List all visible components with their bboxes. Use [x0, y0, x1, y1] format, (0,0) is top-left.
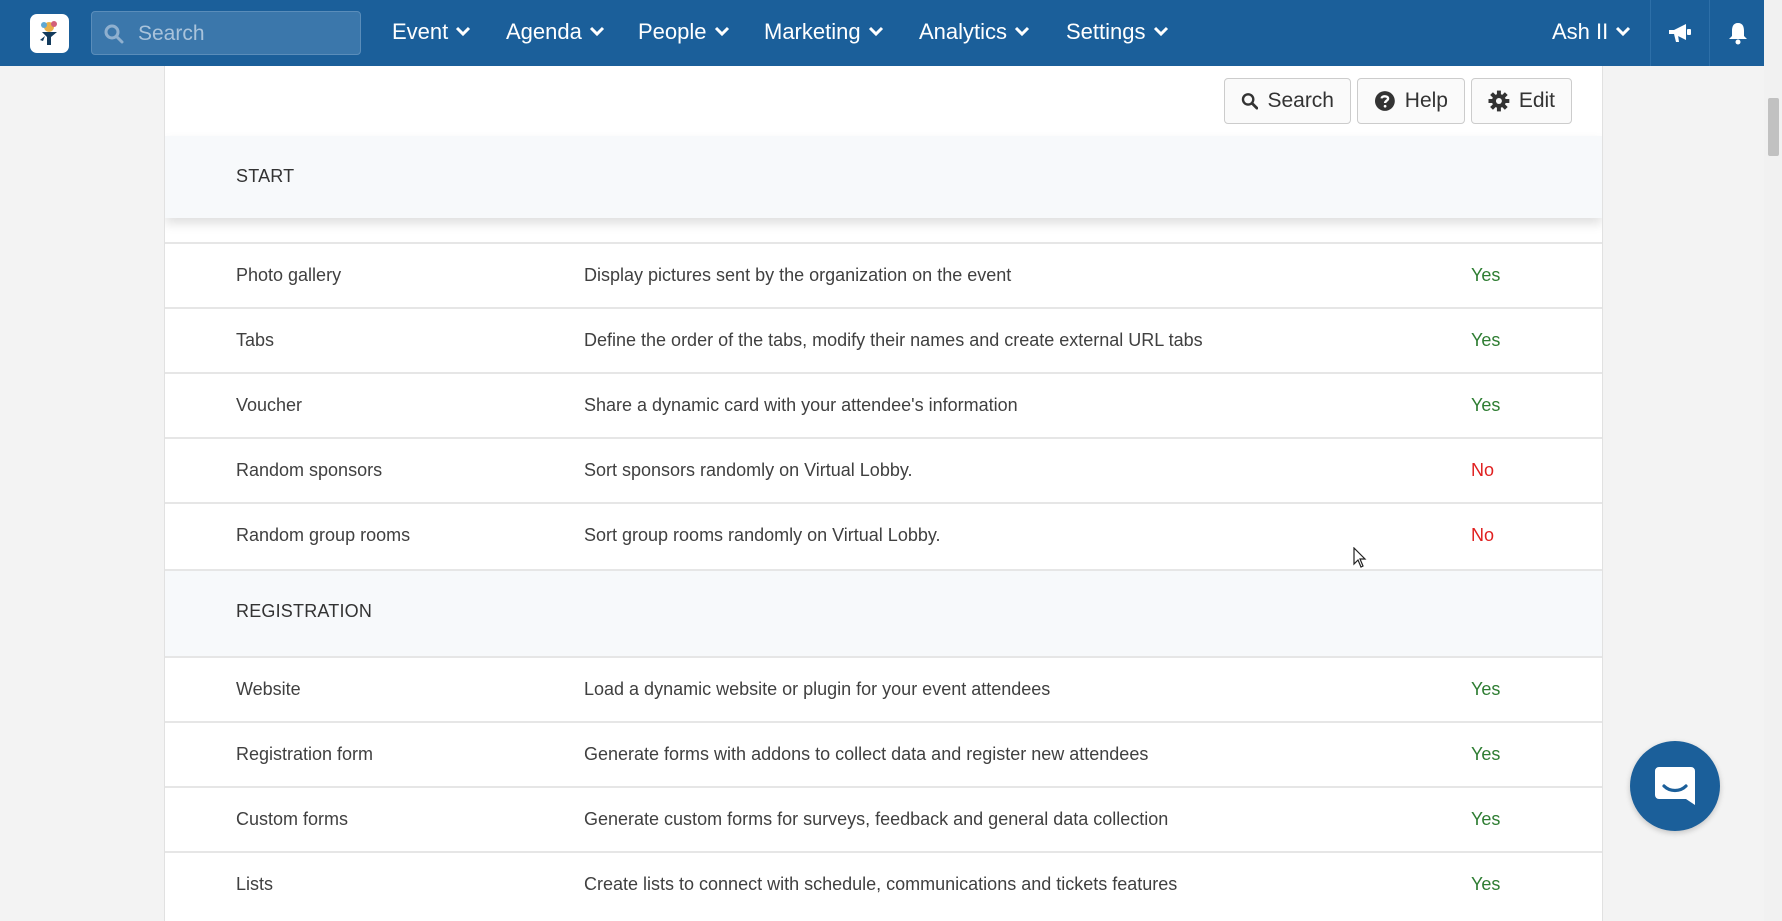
feature-name: Voucher: [236, 395, 303, 415]
table-row[interactable]: Tabs Define the order of the tabs, modif…: [165, 307, 1602, 372]
feature-name: Photo gallery: [236, 265, 342, 285]
chevron-down-icon: [868, 26, 883, 36]
nav-menu-settings[interactable]: Settings: [1066, 0, 1169, 64]
mouse-cursor-icon: [1353, 547, 1367, 568]
notifications-button[interactable]: [1710, 0, 1766, 66]
nav-menu-event[interactable]: Event: [392, 0, 471, 64]
feature-description: Generate custom forms for surveys, feedb…: [584, 809, 1169, 829]
nav-menu-label: Settings: [1066, 19, 1146, 44]
question-circle-icon: [1374, 91, 1395, 111]
chat-launcher-button[interactable]: [1630, 741, 1720, 831]
section-title: START: [236, 166, 295, 186]
feature-status: Yes: [1471, 679, 1501, 699]
user-name: Ash II: [1552, 19, 1609, 44]
app-logo[interactable]: [30, 14, 69, 53]
user-menu[interactable]: Ash II: [1552, 0, 1631, 64]
chevron-down-icon: [589, 26, 604, 36]
feature-status: No: [1471, 460, 1495, 480]
gear-icon: [1488, 90, 1510, 112]
feature-name: Random group rooms: [236, 525, 411, 545]
table-row[interactable]: Custom forms Generate custom forms for s…: [165, 786, 1602, 851]
feature-status: No: [1471, 525, 1495, 545]
search-icon: [104, 24, 124, 44]
scrollbar-thumb[interactable]: [1768, 98, 1779, 156]
nav-menu-label: Event: [392, 19, 449, 44]
feature-status: Yes: [1471, 744, 1501, 764]
feature-description: Sort sponsors randomly on Virtual Lobby.: [584, 460, 913, 480]
page-scrollbar[interactable]: [1764, 0, 1782, 921]
nav-menu-label: People: [638, 19, 707, 44]
search-button-label: Search: [1267, 89, 1334, 112]
feature-status: Yes: [1471, 330, 1501, 350]
chevron-down-icon: [1153, 26, 1168, 36]
table-row[interactable]: Photo gallery Display pictures sent by t…: [165, 242, 1602, 307]
table-row[interactable]: Lists Create lists to connect with sched…: [165, 851, 1602, 916]
nav-menu-label: Analytics: [919, 19, 1008, 44]
edit-button-label: Edit: [1518, 89, 1555, 112]
feature-description: Display pictures sent by the organizatio…: [584, 265, 1012, 285]
nav-menu-label: Agenda: [506, 19, 582, 44]
nav-menu-marketing[interactable]: Marketing: [764, 0, 884, 64]
chevron-down-icon: [714, 26, 729, 36]
table-row[interactable]: Website Load a dynamic website or plugin…: [165, 656, 1602, 721]
chevron-down-icon: [1616, 26, 1631, 36]
search-button[interactable]: Search: [1224, 78, 1351, 124]
feature-name: Lists: [236, 874, 274, 894]
help-button[interactable]: Help: [1357, 78, 1465, 124]
announcements-button[interactable]: [1652, 0, 1708, 66]
feature-status: Yes: [1471, 395, 1501, 415]
feature-description: Share a dynamic card with your attendee'…: [584, 395, 1018, 415]
megaphone-icon: [1669, 24, 1691, 42]
nav-menu-label: Marketing: [764, 19, 861, 44]
bell-icon: [1729, 23, 1747, 45]
top-navbar: Event Agenda People Marketing Analytics …: [0, 0, 1764, 66]
feature-name: Custom forms: [236, 809, 349, 829]
search-icon: [1241, 93, 1259, 110]
feature-name: Tabs: [236, 330, 275, 350]
feature-name: Website: [236, 679, 301, 699]
section-title: REGISTRATION: [236, 601, 373, 621]
nav-menu-agenda[interactable]: Agenda: [506, 0, 605, 64]
feature-description: Generate forms with addons to collect da…: [584, 744, 1149, 764]
feature-status: Yes: [1471, 874, 1501, 894]
table-row[interactable]: Random sponsors Sort sponsors randomly o…: [165, 437, 1602, 502]
edit-button[interactable]: Edit: [1471, 78, 1572, 124]
chevron-down-icon: [1014, 26, 1030, 36]
feature-description: Load a dynamic website or plugin for you…: [584, 679, 1051, 699]
feature-description: Create lists to connect with schedule, c…: [584, 874, 1178, 894]
feature-name: Registration form: [236, 744, 374, 764]
settings-panel: Search Help Edit START Photo gallery Dis…: [164, 66, 1603, 921]
global-search[interactable]: [91, 11, 361, 56]
nav-menu-people[interactable]: People: [638, 0, 730, 64]
chevron-down-icon: [456, 26, 471, 36]
search-input[interactable]: [136, 12, 355, 56]
table-row[interactable]: Registration form Generate forms with ad…: [165, 721, 1602, 786]
panel-toolbar: Search Help Edit: [165, 66, 1602, 136]
feature-description: Define the order of the tabs, modify the…: [584, 330, 1203, 350]
nav-menu-analytics[interactable]: Analytics: [919, 0, 1030, 64]
section-header-start: START: [165, 136, 1602, 218]
nav-divider: [1650, 0, 1651, 66]
feature-name: Random sponsors: [236, 460, 383, 480]
feature-description: Sort group rooms randomly on Virtual Lob…: [584, 525, 941, 545]
chat-icon: [1655, 767, 1695, 805]
section-header-registration: REGISTRATION: [165, 569, 1602, 656]
help-button-label: Help: [1404, 89, 1448, 112]
table-row[interactable]: Random group rooms Sort group rooms rand…: [165, 502, 1602, 567]
table-row[interactable]: Voucher Share a dynamic card with your a…: [165, 372, 1602, 437]
feature-status: Yes: [1471, 809, 1501, 829]
feature-status: Yes: [1471, 265, 1501, 285]
